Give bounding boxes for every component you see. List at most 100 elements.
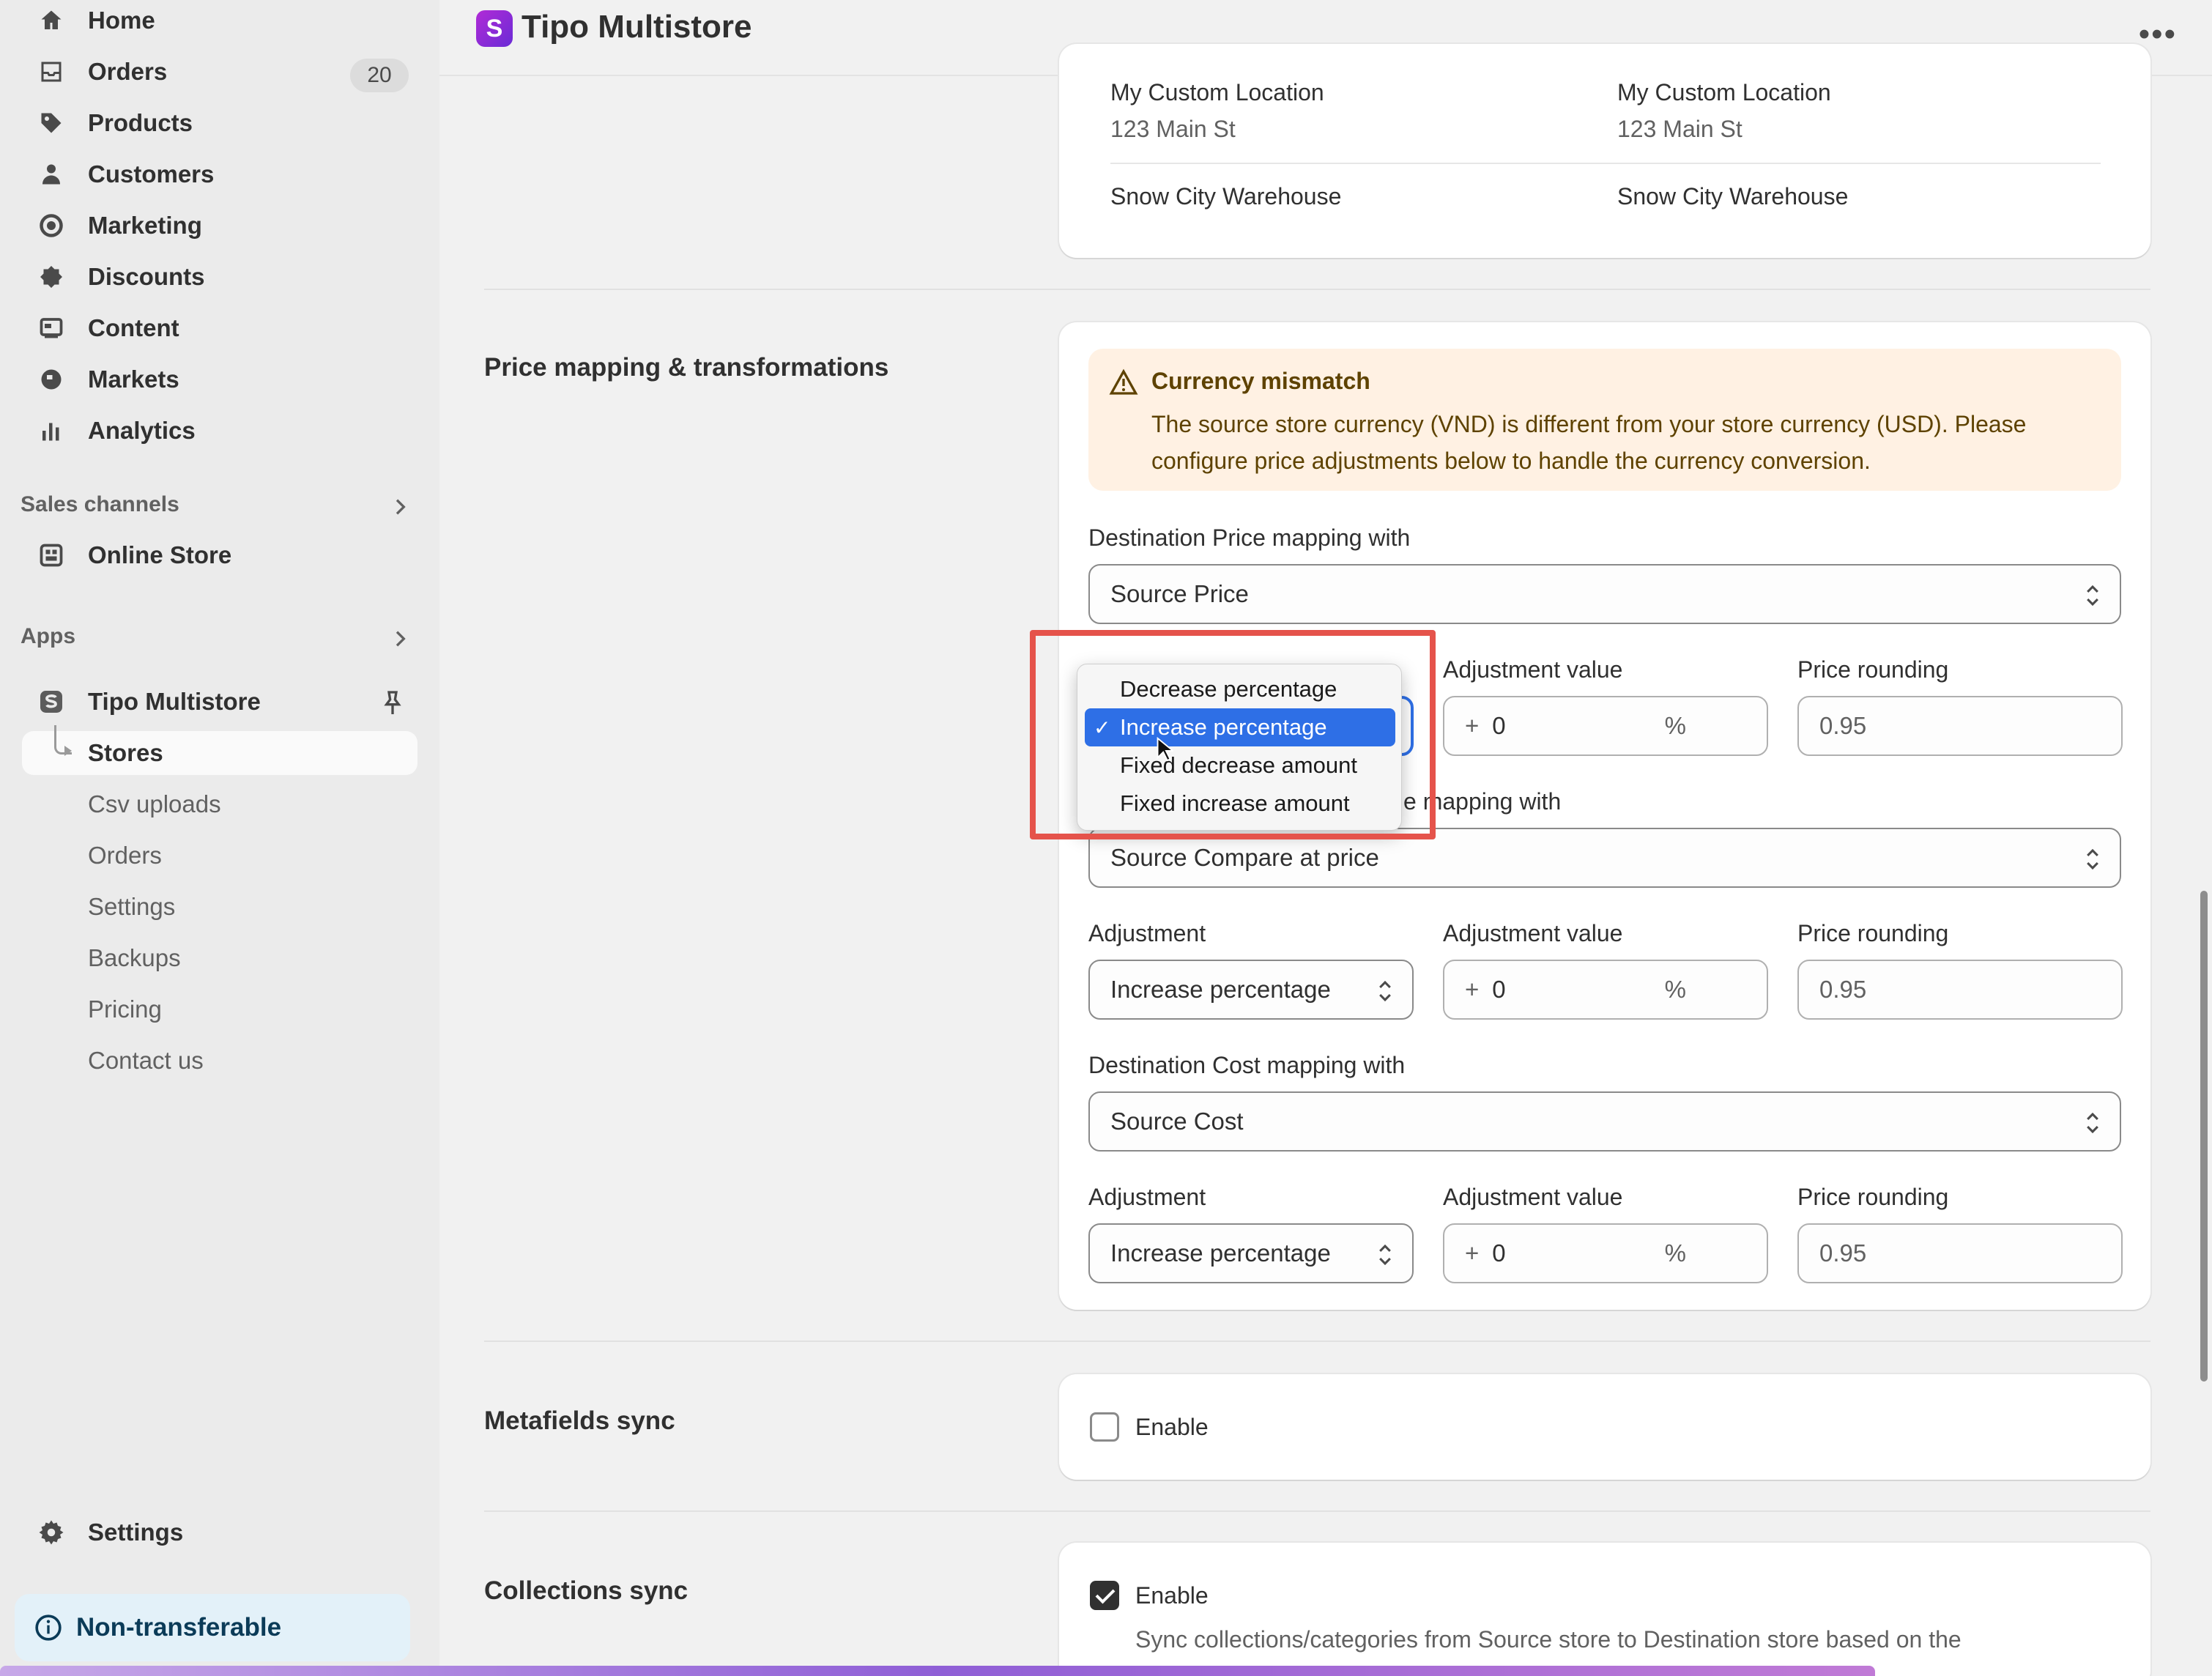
value-suffix: % — [1664, 712, 1686, 739]
location-address: 123 Main St — [1110, 116, 1236, 142]
orders-count-badge: 20 — [350, 59, 409, 92]
checkbox-label: Enable — [1135, 1414, 1209, 1440]
sidebar: Home Orders 20 Products Customers Market… — [0, 0, 439, 1676]
sidebar-item-customers[interactable]: Customers — [22, 152, 417, 196]
home-icon — [35, 4, 67, 37]
value-suffix: % — [1664, 1239, 1686, 1267]
tag-icon — [35, 107, 67, 139]
page-title: Tipo Multistore — [522, 9, 752, 45]
sidebar-item-label: Analytics — [88, 417, 196, 444]
location-name: Snow City Warehouse — [1110, 183, 1342, 210]
price-rounding-input[interactable]: 0.95 — [1797, 696, 2123, 756]
value-prefix: + — [1465, 712, 1480, 739]
page-scrollbar[interactable] — [2200, 891, 2208, 1382]
input-value: 0.95 — [1819, 712, 1867, 739]
sidebar-item-label: Contact us — [88, 1047, 204, 1074]
price-adjustment-value-input[interactable]: + 0 % — [1443, 696, 1768, 756]
compare-adjustment-value-input[interactable]: + 0 % — [1443, 960, 1768, 1020]
adjustment-label: Adjustment — [1088, 920, 1206, 946]
input-value: 0 — [1492, 712, 1506, 739]
sidebar-item-online-store[interactable]: Online Store — [22, 533, 417, 577]
compare-rounding-input[interactable]: 0.95 — [1797, 960, 2123, 1020]
input-value: 0.95 — [1819, 976, 1867, 1003]
sidebar-item-marketing[interactable]: Marketing — [22, 204, 417, 248]
sidebar-item-home[interactable]: Home — [22, 0, 417, 42]
mouse-cursor-icon — [1157, 737, 1173, 762]
adjustment-value-label: Adjustment value — [1443, 1184, 1623, 1210]
collections-enable-checkbox[interactable] — [1090, 1581, 1119, 1610]
sidebar-item-markets[interactable]: Markets — [22, 357, 417, 401]
sidebar-item-stores[interactable]: Stores — [22, 731, 417, 775]
metafields-card: Enable — [1059, 1374, 2150, 1480]
sales-channels-header: Sales channels — [21, 492, 179, 516]
adjustment-label: Adjustment — [1088, 1184, 1206, 1210]
sidebar-item-pricing[interactable]: Pricing — [22, 987, 417, 1031]
price-rounding-label: Price rounding — [1797, 920, 1949, 946]
chevron-right-icon[interactable] — [388, 627, 412, 650]
bottom-edge-bar — [0, 1666, 1875, 1676]
select-chevron-icon — [2087, 848, 2098, 870]
tree-arrow-icon — [64, 746, 72, 756]
price-rounding-label: Price rounding — [1797, 656, 1949, 683]
discount-icon — [35, 261, 67, 293]
checkbox-label: Enable — [1135, 1582, 1209, 1609]
sidebar-item-settings[interactable]: Settings — [22, 1510, 417, 1554]
select-chevron-icon — [1379, 1244, 1391, 1266]
annotation-highlight-box — [1030, 630, 1436, 839]
app-logo: S — [476, 10, 513, 47]
sidebar-item-label: Settings — [88, 1519, 184, 1546]
location-name: Snow City Warehouse — [1617, 183, 1849, 210]
sidebar-item-discounts[interactable]: Discounts — [22, 255, 417, 299]
select-value: Source Price — [1110, 580, 1249, 607]
sidebar-item-label: Products — [88, 109, 193, 136]
banner-title: Currency mismatch — [1151, 368, 1370, 394]
person-icon — [35, 158, 67, 190]
cost-mapping-select[interactable]: Source Cost — [1088, 1091, 2121, 1152]
sidebar-item-backups[interactable]: Backups — [22, 936, 417, 980]
more-actions-icon[interactable]: ••• — [2139, 16, 2177, 53]
sidebar-item-app-settings[interactable]: Settings — [22, 885, 417, 929]
input-value: 0.95 — [1819, 1239, 1867, 1267]
globe-icon — [35, 363, 67, 396]
info-icon — [35, 1614, 62, 1641]
select-value: Increase percentage — [1110, 976, 1331, 1003]
price-mapping-select[interactable]: Source Price — [1088, 564, 2121, 624]
cost-adjustment-select[interactable]: Increase percentage — [1088, 1223, 1414, 1283]
content-icon — [35, 312, 67, 344]
orders-icon — [35, 56, 67, 88]
sidebar-item-content[interactable]: Content — [22, 306, 417, 350]
compare-adjustment-select[interactable]: Increase percentage — [1088, 960, 1414, 1020]
non-transferable-label: Non-transferable — [76, 1613, 282, 1642]
app-logo-icon — [35, 686, 67, 718]
select-chevron-icon — [1379, 980, 1391, 1002]
value-suffix: % — [1664, 976, 1686, 1003]
collections-description: Sync collections/categories from Source … — [1135, 1626, 1962, 1653]
sidebar-item-label: Home — [88, 7, 155, 34]
collections-card: Enable Sync collections/categories from … — [1059, 1543, 2150, 1676]
sidebar-item-products[interactable]: Products — [22, 101, 417, 145]
sidebar-item-orders[interactable]: Orders 20 — [22, 50, 417, 94]
metafields-enable-checkbox[interactable] — [1090, 1412, 1119, 1442]
sidebar-item-app-orders[interactable]: Orders — [22, 834, 417, 878]
sidebar-item-tipo-multistore[interactable]: Tipo Multistore — [22, 680, 417, 724]
pin-icon[interactable] — [378, 689, 407, 718]
sidebar-item-label: Orders — [88, 58, 168, 85]
sidebar-item-csv-uploads[interactable]: Csv uploads — [22, 782, 417, 826]
sidebar-item-analytics[interactable]: Analytics — [22, 409, 417, 453]
sidebar-item-label: Csv uploads — [88, 790, 221, 817]
section-divider — [484, 1341, 2150, 1342]
location-address: 123 Main St — [1617, 116, 1742, 142]
section-divider — [484, 289, 2150, 290]
sidebar-item-label: Customers — [88, 160, 215, 188]
cost-adjustment-value-input[interactable]: + 0 % — [1443, 1223, 1768, 1283]
location-name: My Custom Location — [1110, 79, 1324, 105]
chevron-right-icon[interactable] — [388, 495, 412, 519]
input-value: 0 — [1492, 1239, 1506, 1267]
sidebar-item-contact-us[interactable]: Contact us — [22, 1039, 417, 1083]
sidebar-item-label: Orders — [88, 842, 162, 869]
price-mapping-label: Destination Price mapping with — [1088, 524, 1411, 551]
non-transferable-banner[interactable]: Non-transferable — [15, 1594, 410, 1661]
sidebar-item-label: Stores — [88, 739, 163, 766]
cost-rounding-input[interactable]: 0.95 — [1797, 1223, 2123, 1283]
sidebar-item-label: Tipo Multistore — [88, 688, 261, 715]
